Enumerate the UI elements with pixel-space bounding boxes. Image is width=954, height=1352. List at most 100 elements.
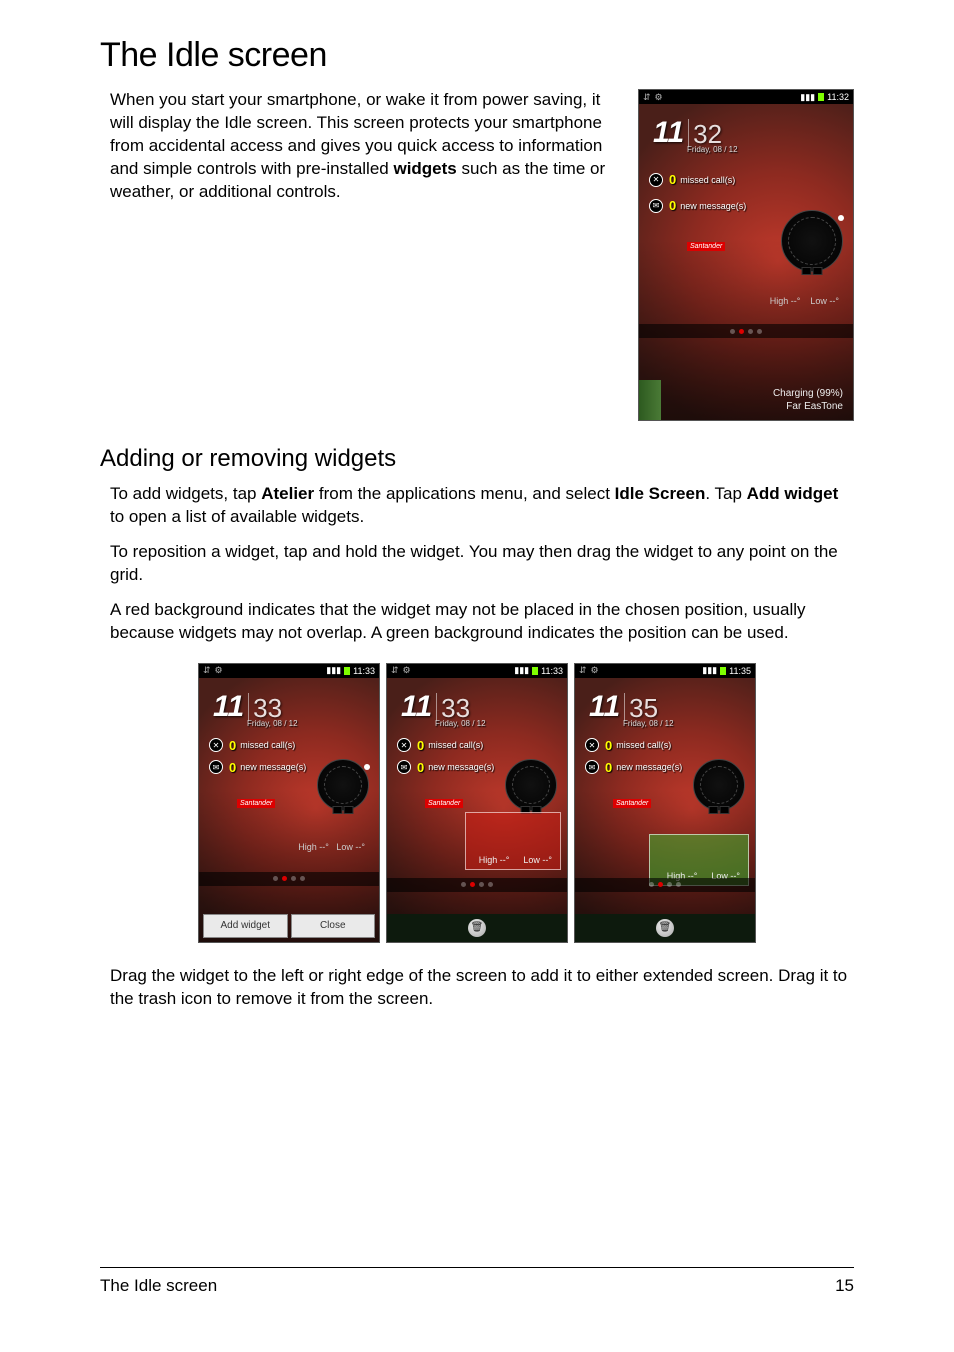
message-count: 0: [417, 760, 424, 775]
trash-bar: 🗑: [575, 914, 755, 942]
p2-atelier: Atelier: [261, 484, 314, 503]
section-heading-widgets: Adding or removing widgets: [100, 445, 854, 473]
grass-strip: [639, 380, 661, 420]
trash-icon[interactable]: 🗑: [656, 919, 674, 937]
clock-hours: 11: [213, 690, 244, 724]
status-bar: ⇵ ⚙ ▮▮▮ 11:32: [639, 90, 853, 104]
missed-call-icon: ✕: [209, 738, 223, 752]
missed-calls-row: ✕ 0 missed call(s): [649, 172, 735, 187]
wifi-icon: ⇵: [579, 665, 587, 676]
p2-addwidget: Add widget: [747, 484, 839, 503]
message-count: 0: [605, 760, 612, 775]
missed-call-count: 0: [605, 738, 612, 753]
intro-paragraph: When you start your smartphone, or wake …: [100, 89, 616, 204]
p2-idle: Idle Screen: [615, 484, 706, 503]
speedometer-widget: [317, 759, 369, 811]
screenshot-a: ⇵⚙ ▮▮▮11:33 11 33 Friday, 08 / 12 ✕0miss…: [198, 663, 380, 943]
signal-icon: ▮▮▮: [800, 92, 815, 103]
paragraph-drag: Drag the widget to the left or right edg…: [100, 965, 854, 1011]
message-label: new message(s): [428, 762, 494, 772]
settings-icon: ⚙: [215, 665, 223, 676]
wifi-icon: ⇵: [643, 92, 651, 103]
santander-badge: Santander: [613, 799, 651, 808]
clock-date: Friday, 08 / 12: [247, 719, 298, 728]
message-label: new message(s): [680, 201, 746, 211]
weather-temps: High --° Low --°: [770, 296, 839, 306]
clock-date: Friday, 08 / 12: [435, 719, 486, 728]
temp-low: Low --°: [336, 842, 365, 852]
missed-calls-row: ✕0missed call(s): [397, 738, 483, 753]
paragraph-backgrounds: A red background indicates that the widg…: [100, 599, 854, 645]
temp-high: High --°: [770, 296, 801, 306]
missed-call-label: missed call(s): [680, 175, 735, 185]
page-indicator: [575, 878, 755, 892]
clock-hours: 11: [653, 116, 684, 150]
status-time: 11:35: [729, 666, 751, 676]
battery-icon: [818, 93, 824, 101]
message-count: 0: [229, 760, 236, 775]
new-messages-row: ✉ 0 new message(s): [649, 198, 746, 213]
signal-icon: ▮▮▮: [702, 665, 717, 676]
footer-title: The Idle screen: [100, 1276, 217, 1296]
missed-call-icon: ✕: [649, 173, 663, 187]
page-title: The Idle screen: [100, 36, 854, 75]
paragraph-add-widgets: To add widgets, tap Atelier from the app…: [100, 483, 854, 529]
weather-temps: High --° Low --°: [298, 842, 365, 852]
carrier-label: Far EasTone: [786, 401, 843, 412]
status-time: 11:32: [827, 92, 849, 102]
p2-seg4: to open a list of available widgets.: [110, 507, 364, 526]
p2-seg2: from the applications menu, and select: [314, 484, 615, 503]
missed-call-label: missed call(s): [616, 740, 671, 750]
add-widget-button[interactable]: Add widget: [203, 914, 288, 938]
screenshot-b: ⇵⚙ ▮▮▮11:33 1133 Friday, 08 / 12 ✕0misse…: [386, 663, 568, 943]
missed-call-count: 0: [669, 172, 676, 187]
message-label: new message(s): [240, 762, 306, 772]
missed-call-label: missed call(s): [240, 740, 295, 750]
button-bar: Add widget Close: [203, 914, 375, 938]
status-time: 11:33: [353, 666, 375, 676]
status-time: 11:33: [541, 666, 563, 676]
close-button[interactable]: Close: [291, 914, 376, 938]
drag-area-invalid: High --°Low --°: [465, 812, 561, 870]
signal-icon: ▮▮▮: [514, 665, 529, 676]
p2-seg1: To add widgets, tap: [110, 484, 261, 503]
new-messages-row: ✉ 0 new message(s): [397, 760, 494, 775]
battery-icon: [344, 667, 350, 675]
hero-screenshot: ⇵ ⚙ ▮▮▮ 11:32 11 32 Friday, 08 / 12 ✕ 0 …: [638, 89, 854, 421]
clock-date: Friday, 08 / 12: [687, 145, 738, 154]
santander-badge: Santander: [687, 242, 725, 251]
footer-page-number: 15: [835, 1276, 854, 1296]
page-indicator: [387, 878, 567, 892]
message-label: new message(s): [616, 762, 682, 772]
santander-badge: Santander: [237, 799, 275, 808]
page-indicator: [199, 872, 379, 886]
message-icon: ✉: [397, 760, 411, 774]
missed-call-count: 0: [417, 738, 424, 753]
clock-date: Friday, 08 / 12: [623, 719, 674, 728]
missed-calls-row: ✕0missed call(s): [209, 738, 295, 753]
charging-label: Charging (99%): [773, 388, 843, 399]
clock-separator: [688, 119, 689, 147]
battery-icon: [720, 667, 726, 675]
speedo-marker: [838, 215, 844, 221]
clock-hours: 11: [401, 690, 432, 724]
battery-icon: [532, 667, 538, 675]
speedo-digits: [802, 267, 823, 275]
missed-calls-row: ✕0missed call(s): [585, 738, 671, 753]
signal-icon: ▮▮▮: [326, 665, 341, 676]
message-icon: ✉: [649, 199, 663, 213]
speedometer-widget: [781, 210, 843, 272]
clock-hours: 11: [589, 690, 620, 724]
santander-badge: Santander: [425, 799, 463, 808]
temp-low: Low --°: [810, 296, 839, 306]
settings-icon: ⚙: [655, 92, 663, 103]
new-messages-row: ✉0new message(s): [209, 760, 306, 775]
message-count: 0: [669, 198, 676, 213]
trash-bar: 🗑: [387, 914, 567, 942]
paragraph-reposition: To reposition a widget, tap and hold the…: [100, 541, 854, 587]
new-messages-row: ✉0new message(s): [585, 760, 682, 775]
p2-seg3: . Tap: [705, 484, 746, 503]
wifi-icon: ⇵: [203, 665, 211, 676]
temp-low: Low --°: [523, 855, 552, 865]
trash-icon[interactable]: 🗑: [468, 919, 486, 937]
